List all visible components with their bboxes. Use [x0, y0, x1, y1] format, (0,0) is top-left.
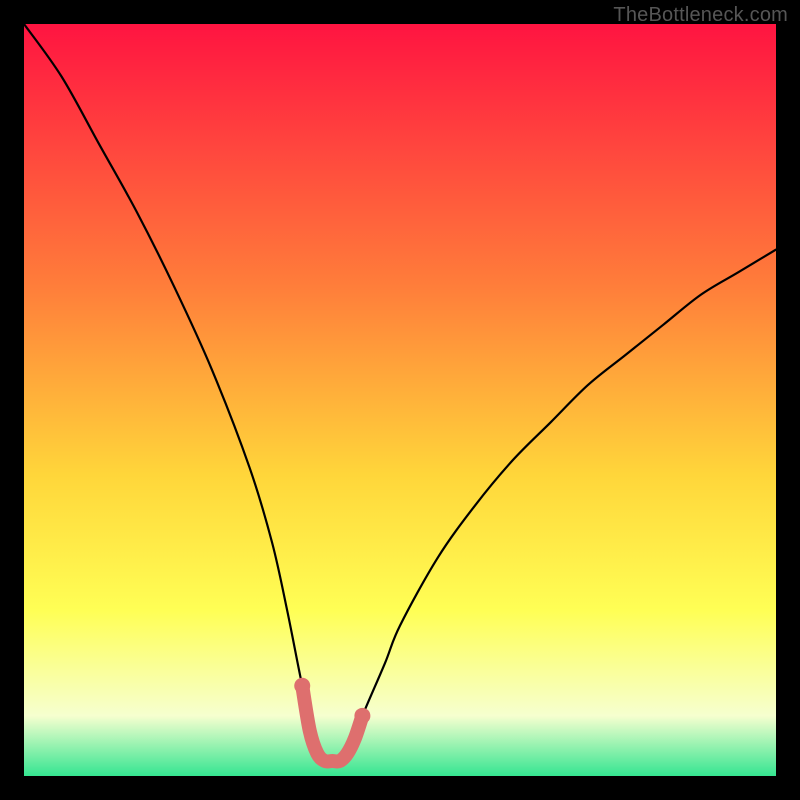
watermark-text: TheBottleneck.com — [613, 4, 788, 27]
chart-frame: TheBottleneck.com — [0, 0, 800, 800]
minimum-marker-dot — [354, 708, 370, 724]
minimum-marker-dot — [294, 678, 310, 694]
plot-area — [24, 24, 776, 776]
gradient-background — [24, 24, 776, 776]
chart-svg — [24, 24, 776, 776]
